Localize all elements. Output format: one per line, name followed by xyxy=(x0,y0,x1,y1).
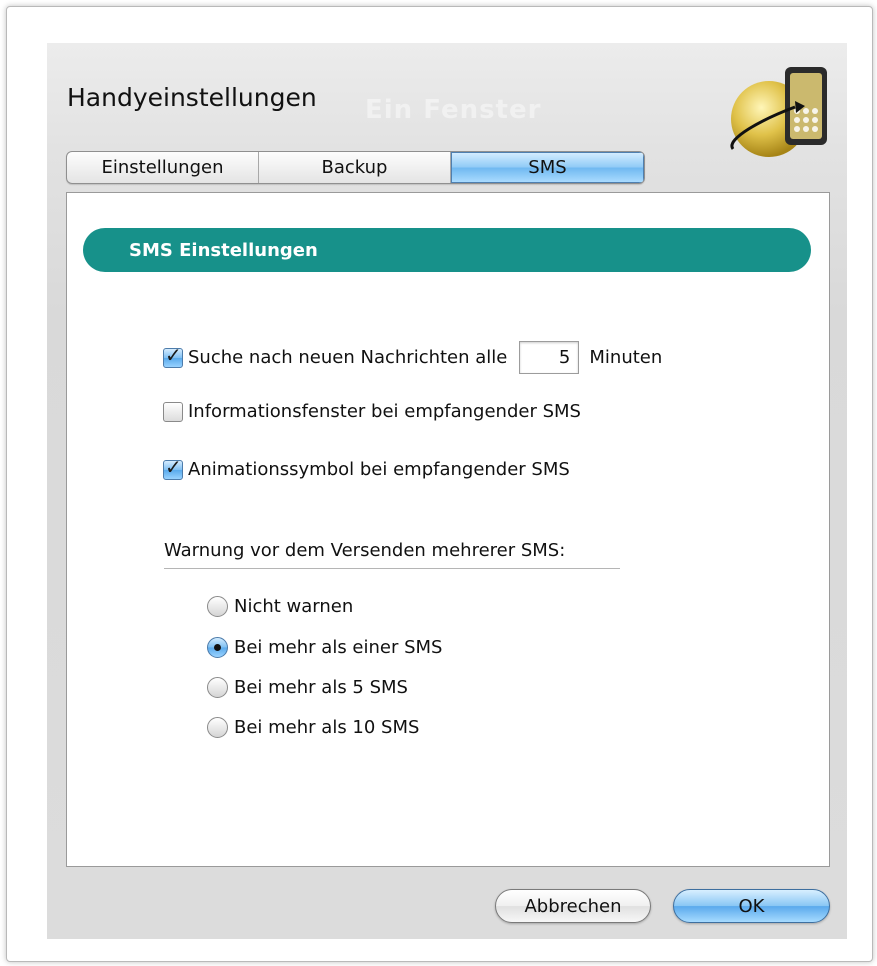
radio-more-than-one[interactable] xyxy=(207,637,228,658)
ok-button[interactable]: OK xyxy=(673,889,830,923)
window-title: Handyeinstellungen xyxy=(67,83,317,112)
tab-bar: Einstellungen Backup SMS xyxy=(66,151,645,184)
anim-icon-checkbox[interactable]: ✓ xyxy=(163,455,183,480)
radio-row-more-than-10[interactable]: Bei mehr als 10 SMS xyxy=(207,717,419,738)
anim-icon-row: ✓ Animationssymbol bei empfangender SMS xyxy=(163,455,570,480)
anim-icon-label: Animationssymbol bei empfangender SMS xyxy=(188,459,570,480)
sms-settings-panel: SMS Einstellungen ✓ Suche nach neuen Nac… xyxy=(66,192,830,867)
radio-more-than-5[interactable] xyxy=(207,677,228,698)
checkmark-icon: ✓ xyxy=(165,454,182,479)
settings-window: Ein Fenster Handyeinstellungen Einstellu… xyxy=(47,43,847,939)
section-header: SMS Einstellungen xyxy=(83,228,811,272)
radio-row-more-than-5[interactable]: Bei mehr als 5 SMS xyxy=(207,677,408,698)
interval-minutes-field[interactable]: 5 xyxy=(519,341,580,374)
ghost-title: Ein Fenster xyxy=(365,95,542,125)
radio-more-than-10[interactable] xyxy=(207,717,228,738)
warning-group-divider xyxy=(164,568,620,569)
check-new-messages-row: ✓ Suche nach neuen Nachrichten alle 5 Mi… xyxy=(163,341,662,374)
minutes-unit-label: Minuten xyxy=(589,347,663,368)
check-new-messages-checkbox[interactable]: ✓ xyxy=(163,343,183,368)
check-new-messages-label: Suche nach neuen Nachrichten alle xyxy=(188,347,508,368)
warning-group-label: Warnung vor dem Versenden mehrerer SMS: xyxy=(164,540,566,561)
checkmark-icon: ✓ xyxy=(165,342,182,367)
info-window-checkbox[interactable] xyxy=(163,401,183,422)
radio-no-warning-label: Nicht warnen xyxy=(234,596,354,617)
cancel-button[interactable]: Abbrechen xyxy=(495,889,651,923)
radio-more-than-10-label: Bei mehr als 10 SMS xyxy=(234,717,420,738)
radio-more-than-one-label: Bei mehr als einer SMS xyxy=(234,637,443,658)
info-window-row: Informationsfenster bei empfangender SMS xyxy=(163,401,581,422)
tab-einstellungen[interactable]: Einstellungen xyxy=(67,152,259,183)
radio-more-than-5-label: Bei mehr als 5 SMS xyxy=(234,677,408,698)
radio-row-more-than-one[interactable]: Bei mehr als einer SMS xyxy=(207,637,442,658)
tab-backup[interactable]: Backup xyxy=(259,152,451,183)
radio-no-warning[interactable] xyxy=(207,596,228,617)
info-window-label: Informationsfenster bei empfangender SMS xyxy=(188,401,581,422)
tab-sms[interactable]: SMS xyxy=(451,152,644,183)
phone-globe-icon xyxy=(730,67,827,157)
radio-row-no-warning[interactable]: Nicht warnen xyxy=(207,596,353,617)
